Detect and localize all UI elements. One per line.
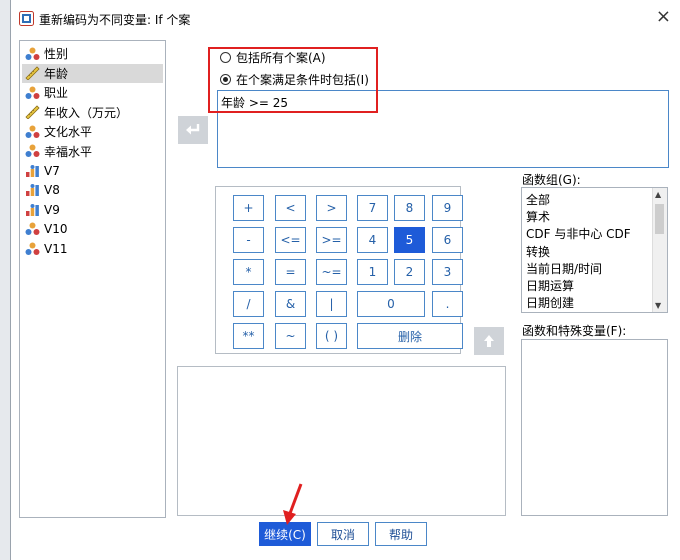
key-delete-button[interactable]: 删除 (357, 323, 463, 349)
title-bar: 重新编码为不同变量: If 个案 × (11, 6, 680, 32)
nominal-variable-icon (22, 86, 44, 100)
key-multiply-button[interactable]: * (233, 259, 264, 285)
scroll-up-icon[interactable]: ▲ (655, 190, 661, 199)
ordinal-variable-icon (22, 183, 44, 197)
function-group-scrollbar[interactable]: ▲ ▼ (652, 188, 667, 312)
variable-label: V10 (44, 222, 68, 236)
key-equal-button[interactable]: = (275, 259, 306, 285)
variable-label: V8 (44, 183, 60, 197)
function-group-list[interactable]: ▲ ▼ 全部 算术 CDF 与非中心 CDF 转换 当前日期/时间 日期运算 日期创建 (521, 187, 668, 313)
function-group-label: 函数组(G): (522, 173, 581, 187)
dialog-title: 重新编码为不同变量: If 个案 (39, 13, 191, 27)
close-icon[interactable]: × (656, 6, 671, 27)
key-less-than-button[interactable]: < (275, 195, 306, 221)
key-less-equal-button[interactable]: <= (275, 227, 306, 253)
key-digit-2-button[interactable]: 2 (394, 259, 425, 285)
ordinal-variable-icon (22, 164, 44, 178)
key-minus-button[interactable]: - (233, 227, 264, 253)
key-digit-9-button[interactable]: 9 (432, 195, 463, 221)
key-digit-4-button[interactable]: 4 (357, 227, 388, 253)
key-greater-equal-button[interactable]: >= (316, 227, 347, 253)
up-arrow-icon (484, 335, 494, 347)
variable-item[interactable]: V10 (22, 220, 163, 239)
scale-variable-icon (22, 105, 44, 119)
key-digit-5-button[interactable]: 5 (394, 227, 425, 253)
variable-item[interactable]: 幸福水平 (22, 142, 163, 161)
key-and-button[interactable]: & (275, 291, 306, 317)
calculator-keypad: + < >7 8 9 - <= >= 4 5 6 * = ~= 1 2 3 /& | 0. ** ~ ( ) 删除 (215, 186, 463, 354)
recode-if-dialog: 重新编码为不同变量: If 个案 × 性别年龄职业年收入（万元） 文化水平幸福水平… (10, 0, 680, 560)
key-digit-0-button[interactable]: 0 (357, 291, 425, 317)
key-power-button[interactable]: ** (233, 323, 264, 349)
help-button[interactable]: 帮助 (375, 522, 427, 546)
functions-label: 函数和特殊变量(F): (522, 324, 627, 338)
nominal-variable-icon (22, 125, 44, 139)
nominal-variable-icon (22, 242, 44, 256)
function-group-item[interactable]: 转换 (526, 243, 550, 260)
function-group-item[interactable]: 日期运算 (526, 277, 574, 294)
scrollbar-thumb[interactable] (655, 204, 664, 234)
variable-item[interactable]: V9 (22, 200, 163, 219)
move-function-button[interactable] (474, 327, 504, 355)
highlight-annotation-box (208, 47, 378, 113)
scroll-down-icon[interactable]: ▼ (655, 301, 661, 310)
background-window (0, 0, 10, 560)
variable-item[interactable]: 年龄 (22, 63, 163, 83)
app-icon (19, 11, 34, 26)
key-parentheses-button[interactable]: ( ) (316, 323, 347, 349)
variable-label: V7 (44, 163, 60, 178)
key-digit-6-button[interactable]: 6 (432, 227, 463, 253)
key-greater-than-button[interactable]: > (316, 195, 347, 221)
return-arrow-icon (186, 124, 200, 135)
key-digit-1-button[interactable]: 1 (357, 259, 388, 285)
variable-label: 文化水平 (44, 125, 93, 139)
variable-item[interactable]: 年收入（万元） (22, 103, 163, 122)
key-plus-button[interactable]: + (233, 195, 264, 221)
variable-label: 年收入（万元） (44, 105, 129, 120)
nominal-variable-icon (22, 47, 44, 61)
key-divide-button[interactable]: / (233, 291, 264, 317)
key-digit-8-button[interactable]: 8 (394, 195, 425, 221)
key-not-button[interactable]: ~ (275, 323, 306, 349)
variable-item[interactable]: 职业 (22, 83, 163, 102)
functions-list[interactable] (521, 339, 668, 516)
scale-variable-icon (22, 66, 44, 80)
function-description-box (177, 366, 506, 516)
variable-item[interactable]: 文化水平 (22, 122, 163, 141)
key-digit-7-button[interactable]: 7 (357, 195, 388, 221)
nominal-variable-icon (22, 222, 44, 236)
annotation-arrow-icon (283, 483, 303, 525)
ordinal-variable-icon (22, 203, 44, 217)
key-not-equal-button[interactable]: ~= (316, 259, 347, 285)
variable-label: V11 (44, 241, 68, 256)
function-group-item[interactable]: 日期创建 (526, 294, 574, 311)
nominal-variable-icon (22, 144, 44, 158)
variable-item[interactable]: V7 (22, 161, 163, 180)
move-variable-button[interactable] (178, 116, 208, 144)
function-group-item[interactable]: CDF 与非中心 CDF (526, 225, 631, 242)
key-or-button[interactable]: | (316, 291, 347, 317)
variable-label: 年龄 (44, 66, 69, 81)
variable-item[interactable]: V8 (22, 181, 163, 200)
variable-item[interactable]: V11 (22, 239, 163, 258)
variable-label: V9 (44, 202, 60, 217)
variable-list[interactable]: 性别年龄职业年收入（万元） 文化水平幸福水平 V7 V8 V9 V10 V11 (19, 40, 166, 518)
variable-label: 职业 (44, 86, 69, 100)
cancel-button[interactable]: 取消 (317, 522, 369, 546)
variable-label: 性别 (44, 47, 69, 61)
function-group-item[interactable]: 全部 (526, 191, 550, 208)
key-decimal-button[interactable]: . (432, 291, 463, 317)
function-group-item[interactable]: 算术 (526, 208, 550, 225)
function-group-item[interactable]: 当前日期/时间 (526, 260, 602, 277)
variable-item[interactable]: 性别 (22, 44, 163, 63)
key-digit-3-button[interactable]: 3 (432, 259, 463, 285)
variable-label: 幸福水平 (44, 144, 93, 159)
